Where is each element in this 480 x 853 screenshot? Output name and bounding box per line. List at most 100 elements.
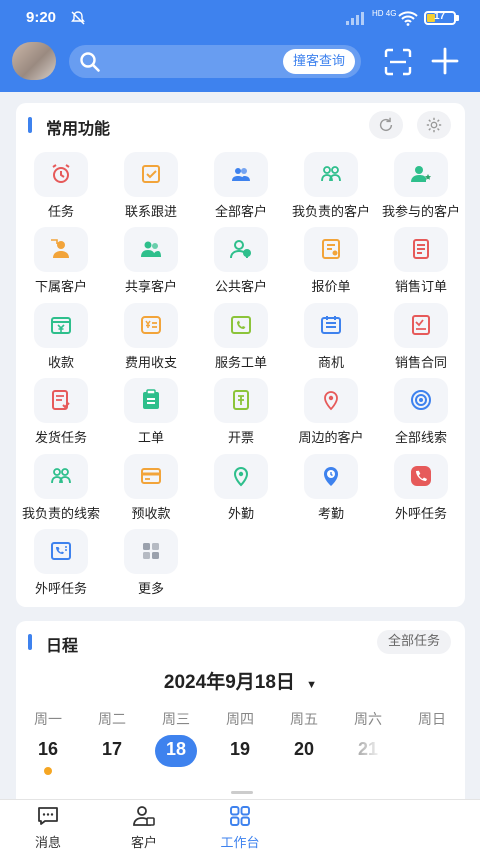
function-item[interactable]: 工单	[106, 378, 196, 453]
function-tile	[304, 454, 358, 499]
section-accent-bar	[28, 634, 32, 650]
status-time: 9:20	[26, 9, 57, 26]
event-dot	[44, 767, 52, 775]
battery-icon: 17	[424, 11, 456, 25]
function-item[interactable]: 发货任务	[16, 378, 106, 453]
battery-tip	[456, 15, 459, 21]
function-tile	[124, 227, 178, 272]
function-tile	[214, 378, 268, 423]
function-item[interactable]: 我负责的线索	[16, 454, 106, 529]
function-item[interactable]: 开票	[196, 378, 286, 453]
function-tile	[34, 529, 88, 574]
function-tile	[394, 454, 448, 499]
function-item[interactable]: 收款	[16, 303, 106, 378]
common-functions-card: 常用功能 任务 联系跟进 全部客户 我负责的客户 我参与的客户下属客户 共享客户 公共客户报…	[16, 103, 465, 607]
function-label: 我参与的客户	[381, 205, 460, 220]
schedule-title: 日程	[46, 636, 79, 655]
function-item[interactable]: 外勤	[196, 454, 286, 529]
receipt-icon	[51, 317, 71, 334]
tab-customers[interactable]: 客户	[99, 800, 189, 853]
function-tile	[214, 303, 268, 348]
date-picker[interactable]: 2024年9月18日 ▼	[16, 667, 465, 694]
checkbox-icon	[142, 165, 160, 183]
function-tile	[394, 378, 448, 423]
function-tile	[124, 378, 178, 423]
function-item[interactable]: 公共客户	[196, 227, 286, 302]
function-tile	[34, 378, 88, 423]
function-label: 外呼任务	[394, 507, 447, 522]
function-item[interactable]: 外呼任务	[16, 529, 106, 604]
app-header: 9:20 HD 4G 17 撞客查询	[0, 0, 480, 92]
invoice-icon	[233, 390, 249, 410]
collision-check-button[interactable]: 撞客查询	[282, 49, 355, 74]
bottom-tab-bar: 消息 客户 工作台	[0, 799, 480, 853]
function-item[interactable]: 外呼任务	[376, 454, 466, 529]
day-number[interactable]: 18	[146, 739, 206, 760]
function-tile	[34, 152, 88, 197]
function-item[interactable]: 全部客户	[196, 152, 286, 227]
function-item[interactable]: 我参与的客户	[376, 152, 466, 227]
weekday-label: 周四	[226, 712, 254, 728]
function-item[interactable]: 销售合同	[376, 303, 466, 378]
day-number[interactable]: 17	[82, 739, 142, 760]
settings-button[interactable]	[417, 111, 451, 139]
function-item[interactable]: 我负责的客户	[286, 152, 376, 227]
function-item[interactable]: 周边的客户	[286, 378, 376, 453]
tab-messages[interactable]: 消息	[3, 800, 93, 853]
refresh-button[interactable]	[369, 111, 403, 139]
attendance-clock-icon	[324, 467, 338, 486]
all-tasks-button[interactable]: 全部任务	[376, 630, 451, 654]
drag-handle[interactable]	[231, 791, 253, 794]
search-bar[interactable]: 撞客查询	[69, 45, 361, 78]
date-title: 2024年9月18日	[163, 672, 295, 693]
function-item[interactable]: 共享客户	[106, 227, 196, 302]
network-type: HD 4G	[372, 9, 397, 18]
function-item[interactable]: 任务	[16, 152, 106, 227]
location-pin-icon	[324, 391, 338, 411]
gear-icon	[426, 117, 442, 133]
function-tile	[124, 152, 178, 197]
common-functions-title: 常用功能	[46, 119, 111, 138]
function-tile	[394, 152, 448, 197]
scroll-fade	[316, 729, 465, 781]
tab-label: 客户	[130, 836, 157, 851]
workbench-icon	[230, 806, 250, 826]
function-item[interactable]: 费用收支	[106, 303, 196, 378]
weekday-label: 周六	[354, 712, 382, 728]
function-item[interactable]: 商机	[286, 303, 376, 378]
scan-icon[interactable]	[384, 48, 412, 76]
function-tile	[394, 303, 448, 348]
sales-order-icon	[413, 239, 429, 259]
tab-workbench[interactable]: 工作台	[195, 800, 285, 853]
user-star-icon	[411, 166, 431, 182]
day-number[interactable]: 16	[18, 739, 78, 760]
plus-icon[interactable]	[430, 46, 460, 76]
avatar[interactable]	[12, 42, 56, 80]
function-item[interactable]: 服务工单	[196, 303, 286, 378]
function-tile	[34, 303, 88, 348]
function-item[interactable]: 考勤	[286, 454, 376, 529]
function-item[interactable]: 更多	[106, 529, 196, 604]
day-number[interactable]: 19	[210, 739, 270, 760]
subordinate-icon	[51, 239, 69, 258]
function-tile	[304, 378, 358, 423]
function-item[interactable]: 全部线索	[376, 378, 466, 453]
function-tile	[34, 227, 88, 272]
function-item[interactable]: 报价单	[286, 227, 376, 302]
function-tile	[214, 454, 268, 499]
refresh-icon	[379, 117, 393, 132]
card-icon	[141, 468, 161, 484]
tab-label: 消息	[34, 836, 61, 851]
function-item[interactable]: 联系跟进	[106, 152, 196, 227]
clipboard-icon	[143, 389, 159, 409]
function-tile	[304, 227, 358, 272]
function-tile	[394, 227, 448, 272]
function-tile	[124, 529, 178, 574]
group-icon	[321, 166, 341, 182]
schedule-card: 日程 全部任务 2024年9月18日 ▼ 周一 周二 周三 周四 周五 周六 周日 16 17 1…	[16, 621, 465, 811]
function-item[interactable]: 预收款	[106, 454, 196, 529]
tab-label: 工作台	[220, 836, 260, 851]
function-item[interactable]: 销售订单	[376, 227, 466, 302]
function-item[interactable]: 下属客户	[16, 227, 106, 302]
search-icon	[80, 52, 100, 72]
